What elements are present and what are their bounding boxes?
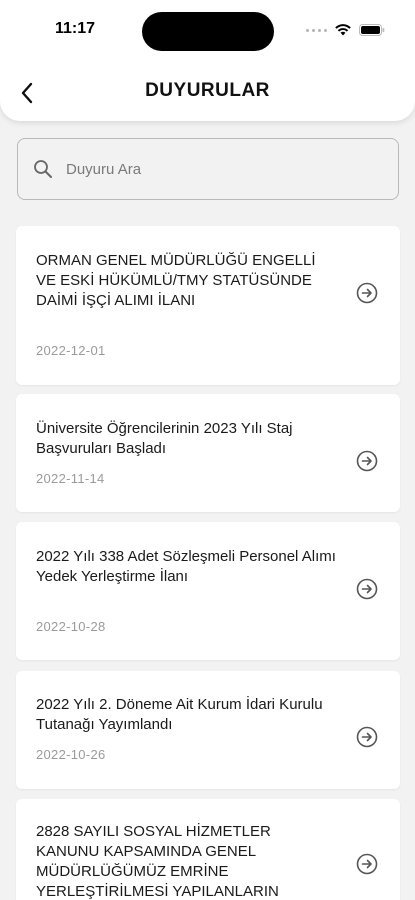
battery-icon [359,24,385,36]
announcement-card[interactable]: 2022 Yılı 338 Adet Sözleşmeli Personel A… [16,522,400,660]
wifi-icon [335,24,351,36]
search-input[interactable] [66,160,366,178]
arrow-right-circle-icon[interactable] [356,853,378,875]
announcement-title: 2022 Yılı 2. Döneme Ait Kurum İdari Kuru… [36,696,323,733]
arrow-right-circle-icon[interactable] [356,578,378,600]
announcement-card[interactable]: ORMAN GENEL MÜDÜRLÜĞÜ ENGELLİ VE ESKİ HÜ… [16,226,400,385]
search-box[interactable] [17,138,399,200]
announcement-date: 2022-10-28 [36,619,106,634]
announcement-title: 2828 SAYILI SOSYAL HİZMETLER KANUNU KAPS… [36,823,279,900]
status-icons [306,22,385,38]
arrow-right-circle-icon[interactable] [356,282,378,304]
signal-icon [306,28,327,32]
dynamic-island [142,12,274,51]
announcement-title: ORMAN GENEL MÜDÜRLÜĞÜ ENGELLİ VE ESKİ HÜ… [36,252,316,309]
app-header: 11:17 DUYURULAR [0,0,415,121]
page-title: DUYURULAR [145,80,270,101]
announcement-date: 2022-10-26 [36,747,106,762]
status-time: 11:17 [55,20,96,37]
announcement-card[interactable]: 2022 Yılı 2. Döneme Ait Kurum İdari Kuru… [16,671,400,789]
search-icon [32,158,54,180]
announcement-title: 2022 Yılı 338 Adet Sözleşmeli Personel A… [36,548,336,585]
announcement-title: Üniversite Öğrencilerinin 2023 Yılı Staj… [36,420,293,457]
announcement-card[interactable]: Üniversite Öğrencilerinin 2023 Yılı Staj… [16,394,400,512]
announcement-card[interactable]: 2828 SAYILI SOSYAL HİZMETLER KANUNU KAPS… [16,799,400,900]
announcement-date: 2022-11-14 [36,471,105,486]
announcement-date: 2022-12-01 [36,343,106,358]
arrow-right-circle-icon[interactable] [356,726,378,748]
arrow-right-circle-icon[interactable] [356,450,378,472]
